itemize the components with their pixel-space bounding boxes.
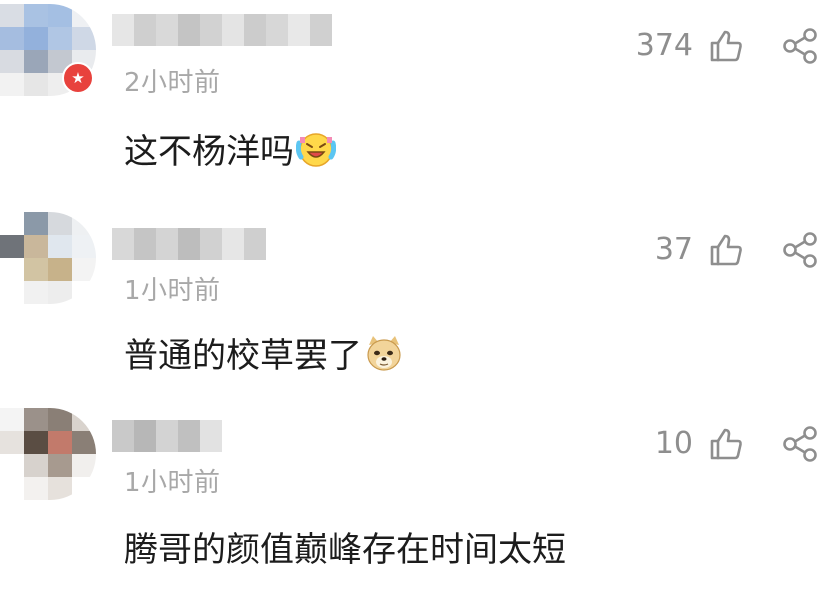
comment-item: 1小时前 普通的校草罢了 37 — [0, 200, 819, 400]
laughing-tears-emoji — [295, 129, 337, 169]
comment-list: ★ 2小时前 这不杨洋吗 374 1小时前 普通的校草罢了 37 1小时前 腾哥… — [0, 0, 819, 602]
username-blurred[interactable] — [112, 14, 332, 46]
share-icon[interactable] — [782, 232, 819, 268]
share-icon[interactable] — [782, 426, 819, 462]
comment-text-content: 腾哥的颜值巅峰存在时间太短 — [124, 530, 566, 570]
like-count: 374 — [635, 28, 693, 63]
avatar[interactable] — [0, 408, 96, 500]
comment-item: 1小时前 腾哥的颜值巅峰存在时间太短 10 — [0, 400, 819, 602]
username-blurred[interactable] — [112, 420, 222, 452]
star-icon: ★ — [71, 69, 85, 87]
thumbs-up-icon[interactable] — [708, 426, 744, 462]
doge-emoji — [364, 333, 404, 373]
thumbs-up-icon[interactable] — [708, 28, 744, 64]
share-icon[interactable] — [782, 28, 819, 64]
comment-text: 这不杨洋吗 — [124, 124, 337, 173]
like-count: 37 — [654, 232, 693, 267]
comment-timestamp: 1小时前 — [124, 276, 221, 306]
thumbs-up-icon[interactable] — [708, 232, 744, 268]
comment-text: 腾哥的颜值巅峰存在时间太短 — [124, 522, 566, 571]
comment-text-content: 普通的校草罢了 — [124, 336, 362, 376]
comment-timestamp: 2小时前 — [124, 68, 221, 98]
verified-badge: ★ — [62, 62, 94, 94]
comment-text: 普通的校草罢了 — [124, 328, 404, 377]
like-count: 10 — [654, 426, 693, 461]
comment-text-content: 这不杨洋吗 — [124, 132, 294, 172]
comment-item: ★ 2小时前 这不杨洋吗 374 — [0, 0, 819, 200]
avatar[interactable] — [0, 212, 96, 304]
comment-timestamp: 1小时前 — [124, 468, 221, 498]
username-blurred[interactable] — [112, 228, 266, 260]
